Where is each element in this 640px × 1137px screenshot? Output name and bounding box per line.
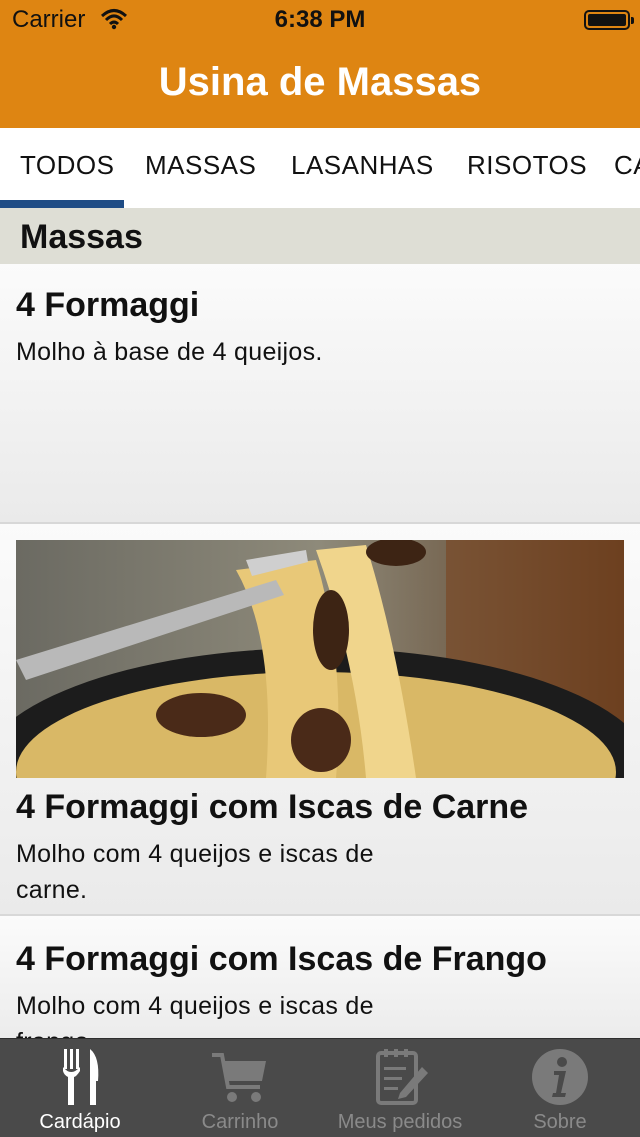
- tab-massas[interactable]: MASSAS: [145, 150, 256, 181]
- tab-partial[interactable]: CA: [614, 150, 640, 181]
- tabbar-label: Carrinho: [201, 1111, 279, 1133]
- item-title: 4 Formaggi com Iscas de Carne: [16, 788, 529, 826]
- tabbar-label: Cardápio: [39, 1111, 121, 1133]
- section-header: Massas: [0, 208, 640, 264]
- list-item[interactable]: 4 Formaggi com Iscas de Frango Molho com…: [0, 914, 640, 1056]
- item-description: Molho com 4 queijos e iscas de carne.: [16, 840, 374, 904]
- status-time: 6:38 PM: [274, 6, 366, 33]
- tabbar-carrinho[interactable]: Carrinho: [160, 1039, 320, 1137]
- tabbar-cardapio[interactable]: Cardápio: [0, 1039, 160, 1137]
- category-tabs: TODOS MASSAS LASANHAS RISOTOS CA: [0, 128, 640, 208]
- page-title: Usina de Massas: [158, 60, 482, 104]
- notepad-pencil-icon: [376, 1049, 428, 1105]
- tabbar-sobre[interactable]: Sobre: [480, 1039, 640, 1137]
- tabbar-meus-pedidos[interactable]: Meus pedidos: [320, 1039, 480, 1137]
- cart-icon: [212, 1053, 266, 1102]
- list-item[interactable]: 4 Formaggi Molho à base de 4 queijos.: [0, 264, 640, 524]
- info-icon: [532, 1049, 588, 1105]
- tab-lasanhas[interactable]: LASANHAS: [291, 150, 434, 181]
- tab-todos[interactable]: TODOS: [20, 150, 114, 181]
- item-title: 4 Formaggi com Iscas de Frango: [16, 940, 547, 978]
- tab-selected-indicator: [0, 200, 124, 208]
- navigation-bar: Carrier 6:38 PM Usina de Massas: [0, 0, 640, 128]
- tabbar-label: Meus pedidos: [337, 1111, 463, 1133]
- battery-icon: [584, 10, 634, 30]
- tabbar-label: Sobre: [533, 1111, 587, 1133]
- item-description: Molho à base de 4 queijos.: [16, 338, 323, 366]
- tab-risotos[interactable]: RISOTOS: [467, 150, 587, 181]
- fork-knife-icon: [63, 1049, 99, 1105]
- item-title: 4 Formaggi: [16, 286, 200, 324]
- pasta-with-beef-photo: [16, 540, 624, 778]
- section-title: Massas: [20, 218, 143, 256]
- bottom-tab-bar: Cardápio Carrinho Meus pedidos Sobre: [0, 1038, 640, 1137]
- status-bar: Carrier 6:38 PM: [0, 0, 640, 40]
